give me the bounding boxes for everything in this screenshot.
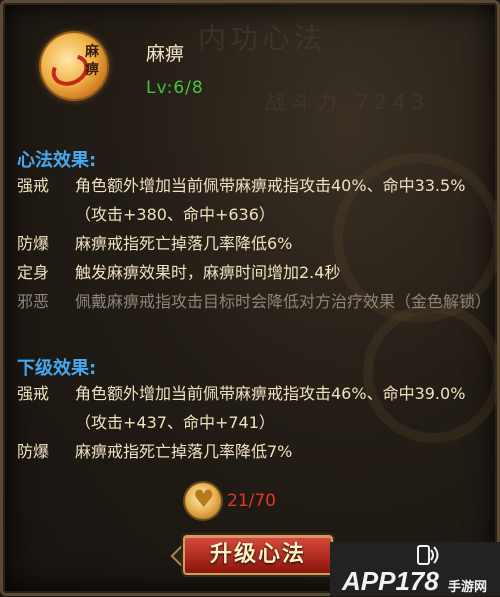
effect-desc: 角色额外增加当前佩带麻痹戒指攻击46%、命中39.0%（攻击+437、命中+74… bbox=[75, 384, 466, 432]
effect-desc: 麻痹戒指死亡掉落几率降低7% bbox=[75, 442, 293, 461]
heart-medal-icon bbox=[185, 483, 221, 519]
skill-icon-glyph: 麻痹 bbox=[85, 44, 99, 78]
effect-tag: 邪恶 bbox=[17, 292, 50, 311]
upgrade-progress-text: 21/70 bbox=[227, 491, 276, 511]
upgrade-cost: 21/70 bbox=[183, 483, 333, 523]
site-watermark: APP178 手游网 bbox=[330, 542, 500, 596]
effect-tag: 强戒 bbox=[17, 176, 50, 195]
effect-desc: 佩戴麻痹戒指攻击目标时会降低对方治疗效果（金色解锁） bbox=[75, 292, 492, 311]
skill-level: Lv:6/8 bbox=[146, 78, 204, 98]
effect-desc: 麻痹戒指死亡掉落几率降低6% bbox=[75, 234, 293, 253]
background-power-label: 战斗力 7243 bbox=[265, 90, 431, 114]
effect-desc: 触发麻痹效果时，麻痹时间增加2.4秒 bbox=[75, 263, 341, 282]
effect-tag: 定身 bbox=[17, 263, 50, 282]
effect-desc: 角色额外增加当前佩带麻痹戒指攻击40%、命中33.5%（攻击+380、命中+63… bbox=[75, 176, 466, 224]
watermark-text: APP178 bbox=[342, 566, 439, 596]
current-effects-title: 心法效果: bbox=[17, 150, 97, 171]
effect-tag: 防爆 bbox=[17, 234, 50, 253]
effect-tag: 防爆 bbox=[17, 442, 50, 461]
phone-icon bbox=[417, 545, 439, 565]
ring-swirl-icon: 麻痹 bbox=[41, 33, 107, 99]
next-effects-title: 下级效果: bbox=[17, 358, 97, 379]
background-window-title: 内功心法 bbox=[198, 22, 327, 55]
watermark-subtext: 手游网 bbox=[448, 580, 488, 595]
effect-tag: 强戒 bbox=[17, 384, 50, 403]
skill-tooltip-panel: 内功心法 战斗力 7243 麻痹 麻痹 Lv:6/8 心法效果: 强戒 角色额外… bbox=[0, 0, 500, 596]
upgrade-skill-button[interactable]: 升级心法 bbox=[183, 535, 333, 575]
skill-name: 麻痹 bbox=[146, 43, 185, 65]
